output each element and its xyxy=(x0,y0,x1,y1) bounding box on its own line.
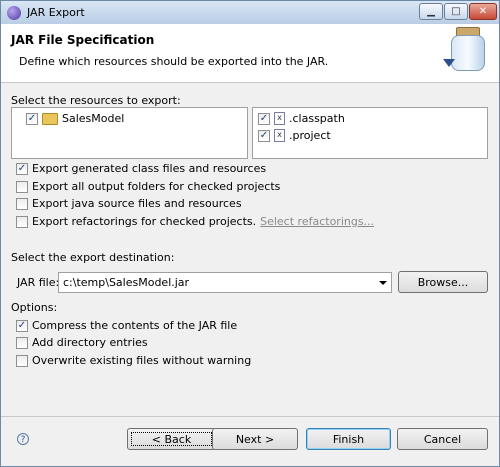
file-list[interactable]: x .classpath x .project xyxy=(252,107,488,159)
overwrite-checkbox[interactable] xyxy=(16,354,28,367)
options-label: Options: xyxy=(11,301,58,314)
project-folder-icon xyxy=(42,112,58,125)
export-refactorings-checkbox[interactable] xyxy=(16,215,28,228)
help-icon[interactable]: ? xyxy=(17,433,29,445)
minimize-button[interactable]: ▁ xyxy=(419,3,443,20)
export-output-folders-checkbox[interactable] xyxy=(16,180,28,193)
destination-label: Select the export destination: xyxy=(11,251,175,264)
export-class-files-option[interactable]: Export generated class files and resourc… xyxy=(16,162,266,175)
wizard-header: JAR File Specification Define which reso… xyxy=(1,24,499,83)
export-output-folders-option[interactable]: Export all output folders for checked pr… xyxy=(16,180,280,193)
compress-option[interactable]: Compress the contents of the JAR file xyxy=(16,319,237,332)
salesmodel-checkbox[interactable] xyxy=(26,112,38,125)
directory-entries-option[interactable]: Add directory entries xyxy=(16,336,148,349)
jar-export-window: JAR Export ▁ □ ✕ JAR File Specification … xyxy=(0,0,500,467)
classpath-checkbox[interactable] xyxy=(258,112,270,125)
eclipse-icon xyxy=(7,6,21,20)
overwrite-option[interactable]: Overwrite existing files without warning xyxy=(16,354,251,367)
directory-entries-checkbox[interactable] xyxy=(16,336,28,349)
export-refactorings-option[interactable]: Export refactorings for checked projects… xyxy=(16,215,374,228)
option-label: Export refactorings for checked projects… xyxy=(32,215,257,228)
option-label: Compress the contents of the JAR file xyxy=(32,319,238,332)
export-java-source-option[interactable]: Export java source files and resources xyxy=(16,197,242,210)
file-icon: x xyxy=(274,129,285,142)
compress-checkbox[interactable] xyxy=(16,319,28,332)
finish-button[interactable]: Finish xyxy=(306,428,391,450)
list-item[interactable]: x .classpath xyxy=(258,112,345,125)
close-button[interactable]: ✕ xyxy=(469,3,497,20)
option-label: Export java source files and resources xyxy=(32,197,242,210)
project-name: SalesModel xyxy=(62,112,125,125)
export-java-source-checkbox[interactable] xyxy=(16,197,28,210)
option-label: Export all output folders for checked pr… xyxy=(32,180,281,193)
option-label: Overwrite existing files without warning xyxy=(32,354,252,367)
file-name: .classpath xyxy=(289,112,345,125)
title-bar: JAR Export ▁ □ ✕ xyxy=(1,1,499,25)
back-button[interactable]: < Back xyxy=(127,428,216,450)
jar-file-label: JAR file: xyxy=(17,276,60,289)
project-tree[interactable]: SalesModel xyxy=(11,107,248,159)
chevron-down-icon[interactable] xyxy=(379,281,387,285)
option-label: Export generated class files and resourc… xyxy=(32,162,267,175)
list-item[interactable]: x .project xyxy=(258,129,331,142)
tree-item-salesmodel[interactable]: SalesModel xyxy=(26,112,124,125)
maximize-button[interactable]: □ xyxy=(444,3,468,20)
file-icon: x xyxy=(274,112,285,125)
select-refactorings-link[interactable]: Select refactorings... xyxy=(260,215,374,228)
next-button[interactable]: Next > xyxy=(212,428,298,450)
jar-icon xyxy=(443,27,485,71)
footer-divider xyxy=(1,416,499,417)
browse-button[interactable]: Browse... xyxy=(398,271,488,293)
cancel-button[interactable]: Cancel xyxy=(397,428,488,450)
export-class-files-checkbox[interactable] xyxy=(16,162,28,175)
project-file-checkbox[interactable] xyxy=(258,129,270,142)
resources-label: Select the resources to export: xyxy=(11,94,181,107)
window-title: JAR Export xyxy=(27,6,85,19)
file-name: .project xyxy=(289,129,331,142)
jar-file-combo[interactable]: c:\temp\SalesModel.jar xyxy=(58,272,392,293)
page-description: Define which resources should be exporte… xyxy=(19,55,329,68)
jar-file-value: c:\temp\SalesModel.jar xyxy=(63,276,190,289)
page-title: JAR File Specification xyxy=(11,33,155,47)
option-label: Add directory entries xyxy=(32,336,148,349)
